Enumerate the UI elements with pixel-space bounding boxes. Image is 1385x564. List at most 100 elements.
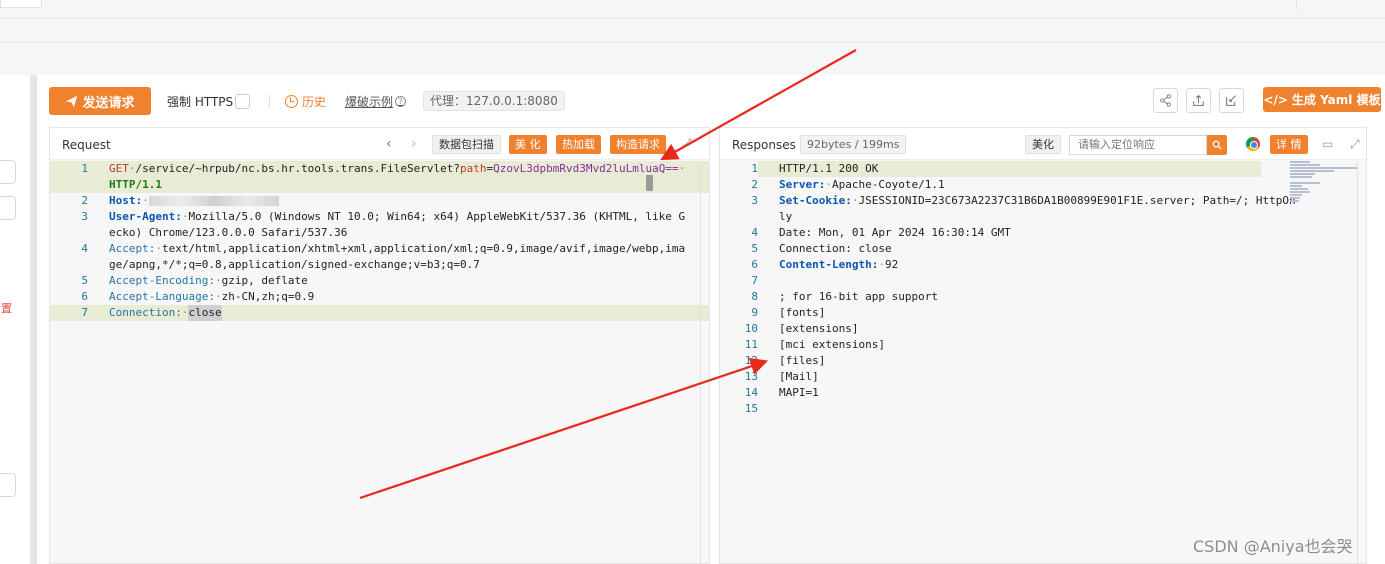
line-text: MAPI=1 (779, 386, 819, 399)
line-number: 14 (744, 386, 758, 399)
side-input[interactable] (0, 473, 16, 497)
header-key: Server: (779, 178, 826, 191)
code-line: 15 (720, 401, 1366, 417)
code-line: 8 ; for 16-bit app support (720, 289, 1366, 305)
divider (269, 95, 270, 108)
http-version: HTTP/1.1 (109, 178, 162, 191)
side-input[interactable] (0, 160, 16, 184)
line-number: 6 (751, 258, 758, 271)
expand-icon[interactable]: ⤢ (682, 136, 692, 151)
locate-response-input[interactable] (1069, 135, 1207, 155)
export-button[interactable] (1186, 88, 1211, 113)
line-number: 11 (744, 338, 758, 351)
header-value: gzip, deflate (221, 274, 308, 287)
top-tab[interactable] (0, 0, 42, 8)
status-line: HTTP/1.1 200 OK (758, 161, 1261, 177)
line-number: 9 (751, 306, 758, 319)
header-key: Accept-Encoding: (109, 274, 215, 287)
panel-resize-handle[interactable] (31, 75, 37, 564)
burst-example-link[interactable]: 爆破示例 ? (345, 93, 407, 110)
generate-yaml-button[interactable]: </> 生成 Yaml 模板 (1263, 87, 1381, 112)
line-number: 7 (81, 306, 88, 319)
code-line: 7 (720, 273, 1366, 289)
query-param: path (460, 162, 487, 175)
request-toolbar: 发送请求 强制 HTTPS 历史 爆破示例 ? 代理：127.0.0.1:808… (37, 75, 1385, 127)
beautify-button[interactable]: 美 化 (509, 135, 547, 154)
comment-icon[interactable]: ▭ (1322, 137, 1333, 151)
code-line-active: 7 Connection:·close (50, 305, 709, 321)
send-request-button[interactable]: 发送请求 (49, 87, 151, 115)
edit-icon (1226, 95, 1236, 106)
search-button[interactable] (1207, 135, 1227, 155)
divider (0, 42, 1385, 43)
code-line: 5 Accept-Encoding:·gzip, deflate (50, 273, 709, 289)
code-line: 1 HTTP/1.1 200 OK (720, 161, 1366, 177)
construct-request-button[interactable]: 构造请求 (610, 135, 666, 154)
line-number: 12 (744, 354, 758, 367)
history-button[interactable]: 历史 (285, 93, 326, 110)
code-line: 2 Host:· (50, 193, 709, 209)
send-request-label: 发送请求 (82, 95, 135, 111)
code-line: 6 Content-Length:·92 (720, 257, 1366, 273)
response-viewer[interactable]: 1 HTTP/1.1 200 OK 2 Server:·Apache-Coyote/… (720, 161, 1366, 417)
top-divider (1296, 0, 1297, 10)
generate-yaml-label: 生成 Yaml 模板 (1291, 93, 1381, 107)
scrollbar-thumb[interactable] (646, 175, 653, 191)
scrollbar-track[interactable] (700, 161, 701, 563)
line-number: 3 (81, 210, 88, 223)
header-key: Connection: (109, 306, 182, 319)
request-path: /service/~hrpub/nc.bs.hr.tools.trans.Fil… (135, 162, 461, 175)
header-key: Host: (109, 194, 143, 207)
response-beautify-button[interactable]: 美化 (1025, 135, 1061, 154)
header-value: zh-CN,zh;q=0.9 (221, 290, 315, 303)
request-pane: Request ‹ › 数据包扫描 美 化 热加载 构造请求 ⤢ 1 GET·/… (49, 127, 710, 564)
share-button[interactable] (1153, 88, 1178, 113)
search-icon (1212, 140, 1222, 150)
line-number: 15 (744, 402, 758, 415)
line-number: 13 (744, 370, 758, 383)
header-value: close (188, 305, 222, 321)
watermark: CSDN @Aniya也会哭 (1193, 537, 1353, 556)
code-line: 4 Date: Mon, 01 Apr 2024 16:30:14 GMT (720, 225, 1366, 241)
share-icon (1160, 94, 1171, 107)
request-header: Request ‹ › 数据包扫描 美 化 热加载 构造请求 ⤢ (50, 128, 709, 160)
line-number: 5 (751, 242, 758, 255)
line-number: 1 (751, 162, 758, 175)
chrome-icon[interactable] (1246, 137, 1260, 151)
response-pane: Responses 92bytes / 199ms 美化 详 情 ▭ ⤢ 1HT… (719, 127, 1367, 564)
line-text: [fonts] (779, 306, 826, 319)
header-key: Content-Length: (779, 258, 879, 271)
import-button[interactable] (1219, 88, 1244, 113)
code-minimap[interactable] (1290, 161, 1360, 221)
side-input[interactable] (0, 196, 16, 220)
detail-button[interactable]: 详 情 (1270, 135, 1308, 154)
upload-icon (1193, 94, 1204, 106)
hot-load-button[interactable]: 热加载 (556, 135, 601, 154)
request-editor[interactable]: 1 GET·/service/~hrpub/nc.bs.hr.tools.tra… (50, 161, 709, 321)
proxy-badge: 代理：127.0.0.1:8080 (423, 91, 565, 111)
chevron-left-icon[interactable]: ‹ (386, 136, 392, 152)
packet-scan-button[interactable]: 数据包扫描 (432, 135, 501, 154)
code-icon: </> (1263, 92, 1288, 107)
line-text: [files] (779, 354, 826, 367)
header-value: Mozilla/5.0 (Windows NT 10.0; Win64; x64… (109, 210, 686, 239)
chevron-right-icon[interactable]: › (411, 136, 417, 152)
code-line: 3 User-Agent:·Mozilla/5.0 (Windows NT 10… (50, 209, 709, 241)
line-text (758, 401, 1298, 417)
line-number: 5 (81, 274, 88, 287)
line-text: ; for 16-bit app support (779, 290, 938, 303)
force-https-checkbox[interactable] (235, 94, 250, 109)
expand-icon[interactable]: ⤢ (1350, 137, 1360, 152)
side-red-text: 置 (1, 302, 12, 315)
code-line: 10 [extensions] (720, 321, 1366, 337)
header-key: User-Agent: (109, 210, 182, 223)
line-number: 10 (744, 322, 758, 335)
clock-icon (285, 95, 298, 108)
scrollbar-track[interactable] (1357, 161, 1358, 563)
header-value: text/html,application/xhtml+xml,applicat… (109, 242, 686, 271)
line-number: 4 (81, 242, 88, 255)
line-number: 7 (751, 274, 758, 287)
http-method: GET (109, 162, 129, 175)
line-text: [extensions] (779, 322, 859, 335)
line-number: 3 (751, 194, 758, 207)
